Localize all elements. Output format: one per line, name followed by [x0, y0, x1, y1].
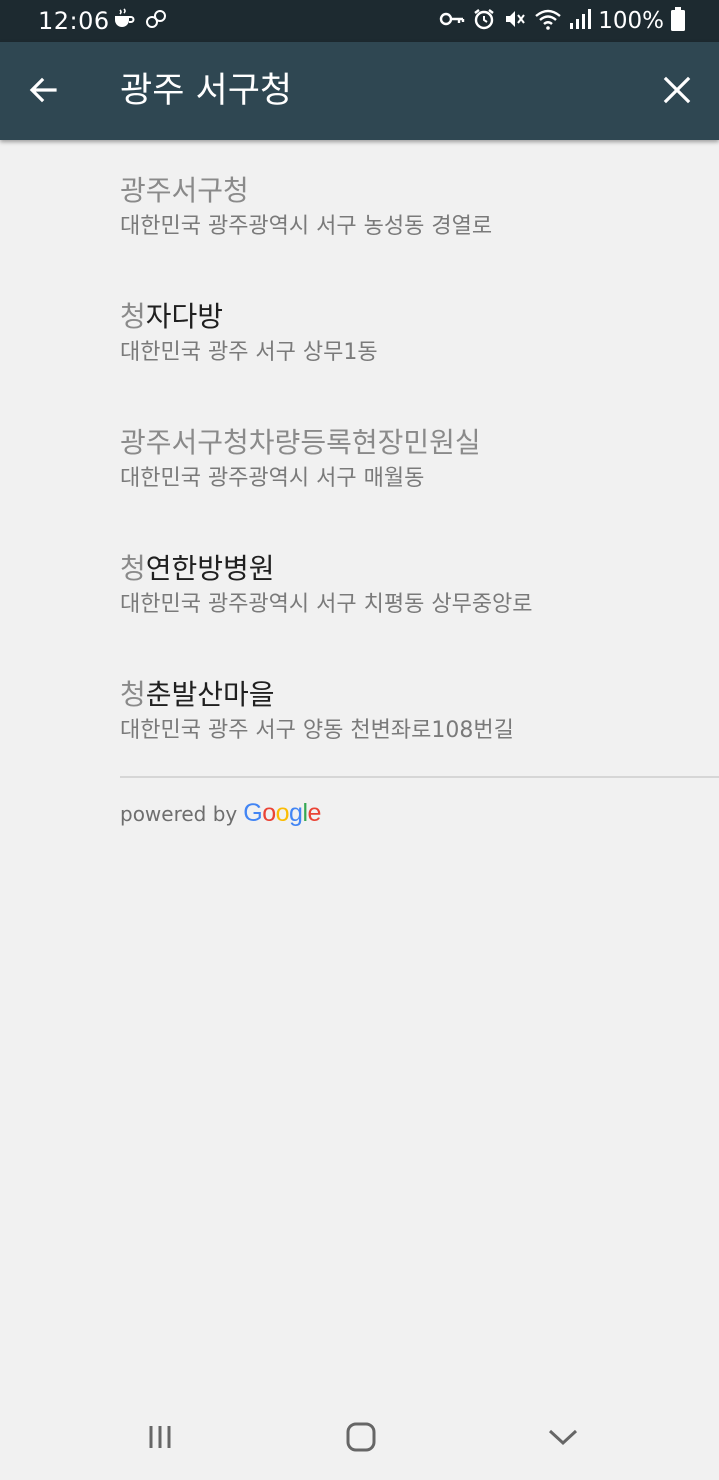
- result-name-match: 광주서구청: [120, 174, 249, 207]
- result-name: 광주서구청: [120, 172, 249, 210]
- status-bar: 12:06 100%: [0, 0, 719, 42]
- result-name-rest: 춘발산마을: [145, 678, 275, 711]
- list-item[interactable]: 광주서구청 대한민국 광주광역시 서구 농성동 경열로: [120, 172, 700, 282]
- google-logo: Google: [243, 799, 321, 828]
- result-address: 대한민국 광주광역시 서구 치평동 상무중앙로: [120, 592, 533, 617]
- result-address: 대한민국 광주 서구 양동 천변좌로108번길: [120, 718, 514, 743]
- chevron-down-icon: [548, 1429, 578, 1446]
- result-name-match: 광주서구청차량등록현장민원실: [120, 426, 481, 459]
- battery-percent: 100%: [598, 8, 664, 34]
- result-name-match: 청: [120, 300, 146, 333]
- google-letter: o: [275, 799, 290, 827]
- list-divider: [120, 776, 719, 778]
- result-name: 청연한방병원: [120, 550, 275, 588]
- google-letter: G: [243, 799, 263, 827]
- result-name: 광주서구청차량등록현장민원실: [120, 424, 481, 462]
- result-name-match: 청: [120, 552, 146, 585]
- mute-icon: [503, 7, 527, 35]
- result-address: 대한민국 광주광역시 서구 농성동 경열로: [120, 214, 493, 239]
- recent-apps-button[interactable]: [140, 1417, 180, 1457]
- google-letter: e: [307, 799, 322, 827]
- list-item[interactable]: 청연한방병원 대한민국 광주광역시 서구 치평동 상무중앙로: [120, 550, 700, 660]
- clear-button[interactable]: [656, 69, 698, 111]
- back-button[interactable]: [22, 69, 64, 111]
- signal-icon: [569, 8, 592, 34]
- status-time: 12:06: [38, 7, 110, 35]
- wifi-icon: [534, 7, 562, 35]
- result-name-match: 청: [120, 678, 146, 711]
- result-name: 청춘발산마을: [120, 676, 275, 714]
- list-item[interactable]: 청자다방 대한민국 광주 서구 상무1동: [120, 298, 700, 408]
- status-system-icons: 100%: [439, 6, 685, 36]
- recent-apps-icon: [149, 1426, 171, 1448]
- system-nav-bar: [0, 1395, 719, 1480]
- google-letter: g: [289, 799, 303, 827]
- result-name: 청자다방: [120, 298, 223, 336]
- status-notification-icons: [112, 8, 168, 34]
- powered-by-text: powered by: [120, 802, 238, 826]
- google-letter: o: [262, 799, 276, 827]
- result-address: 대한민국 광주광역시 서구 매월동: [120, 466, 425, 491]
- search-app-bar: 광주 서구청: [0, 42, 719, 140]
- home-button[interactable]: [341, 1417, 381, 1457]
- nav-back-button[interactable]: [543, 1417, 583, 1457]
- battery-icon: [671, 7, 685, 35]
- list-item[interactable]: 광주서구청차량등록현장민원실 대한민국 광주광역시 서구 매월동: [120, 424, 700, 534]
- result-name-rest: 자다방: [145, 300, 224, 333]
- cup-icon: [112, 8, 136, 34]
- search-query-title[interactable]: 광주 서구청: [120, 68, 292, 114]
- arrow-left-icon: [29, 77, 57, 103]
- close-icon: [663, 76, 691, 104]
- result-name-rest: 연한방병원: [145, 552, 275, 585]
- alarm-icon: [472, 7, 496, 35]
- powered-by-google: powered by Google: [120, 799, 321, 829]
- list-item[interactable]: 청춘발산마을 대한민국 광주 서구 양동 천변좌로108번길: [120, 676, 700, 786]
- key-icon: [439, 9, 465, 33]
- link-icon: [144, 8, 168, 34]
- result-address: 대한민국 광주 서구 상무1동: [120, 340, 378, 365]
- home-icon: [346, 1422, 376, 1452]
